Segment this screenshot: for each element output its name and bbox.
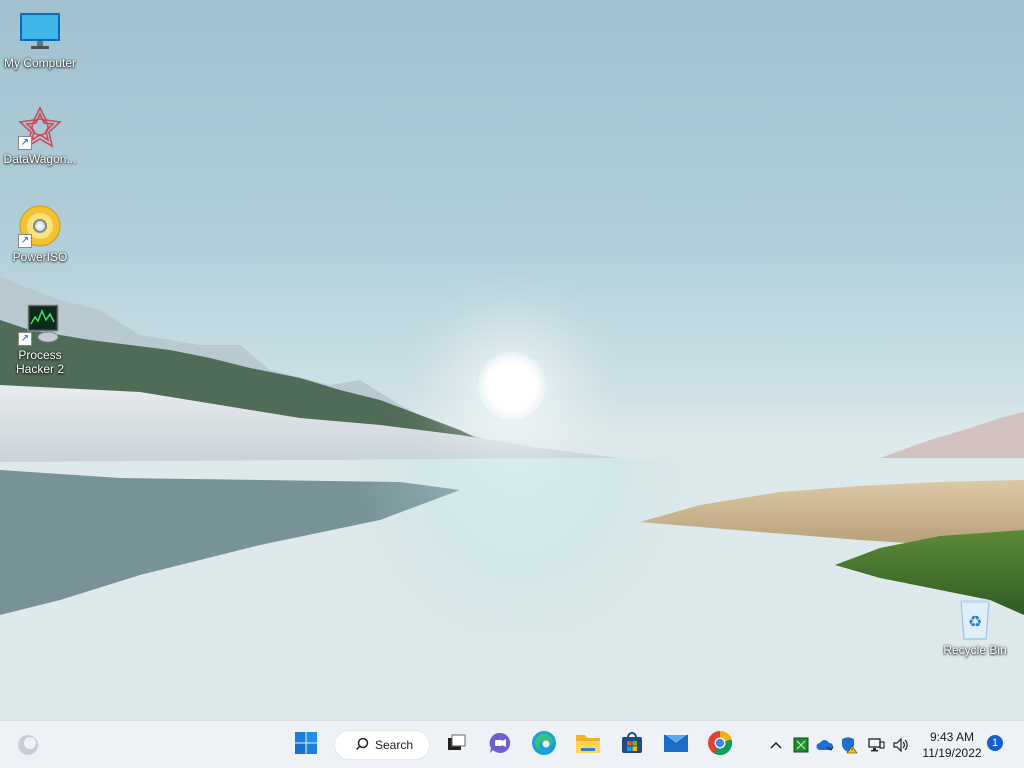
start-icon [294,731,318,760]
notification-badge[interactable]: 1 [987,735,1003,751]
shortcut-arrow-icon: ↗ [18,332,32,346]
desktop-icon-label: PowerISO [12,250,68,264]
desktop-icon-datawagon[interactable]: ↗ DataWagon... [0,106,80,166]
desktop-icon-recycle-bin[interactable]: ♻ Recycle Bin [935,597,1015,657]
green-app-icon[interactable] [790,733,812,757]
recycle-bin-icon: ♻ [953,597,997,641]
process-hacker-icon: ↗ [18,302,62,346]
task-view-button[interactable] [440,729,472,761]
taskbar: Search 9:43 AM 11/19/2022 [0,720,1024,768]
desktop-icon-poweriso[interactable]: ↗ PowerISO [0,204,80,264]
desktop-icon-label: DataWagon... [3,152,77,166]
security-warning-icon[interactable] [838,733,860,757]
chat-button[interactable] [484,729,516,761]
shortcut-arrow-icon: ↗ [18,136,32,150]
shortcut-arrow-icon: ↗ [18,234,32,248]
widgets-weather-icon[interactable] [12,729,44,761]
desktop-icon-my-computer[interactable]: My Computer [0,10,80,70]
chevron-up-icon[interactable] [766,733,786,757]
desktop-icon-process-hacker[interactable]: ↗ Process Hacker 2 [0,302,80,376]
datawagon-icon: ↗ [18,106,62,150]
desktop-icon-label: Recycle Bin [943,643,1007,657]
onedrive-icon[interactable] [814,733,836,757]
network-icon[interactable] [864,733,888,757]
file-explorer-button[interactable] [572,729,604,761]
edge-button[interactable] [528,729,560,761]
poweriso-disc-icon: ↗ [18,204,62,248]
volume-icon[interactable] [890,733,912,757]
monitor-icon [18,10,62,54]
chat-icon [488,731,512,760]
system-clock[interactable]: 9:43 AM 11/19/2022 [918,729,986,761]
store-button[interactable] [616,729,648,761]
chrome-button[interactable] [704,729,736,761]
store-icon [620,731,644,760]
desktop-wallpaper [0,0,1024,720]
chrome-icon [707,730,733,761]
desktop-icon-label: Process Hacker 2 [15,348,65,376]
start-button[interactable] [290,729,322,761]
water-reflection [360,458,680,638]
edge-icon [531,730,557,761]
clock-date: 11/19/2022 [922,746,982,760]
mail-icon [663,732,689,759]
clock-time: 9:43 AM [929,730,975,744]
svg-text:♻: ♻ [968,612,982,631]
sun-glow [478,352,546,420]
taskbar-search-box[interactable]: Search [334,730,430,760]
task-view-icon [444,731,468,760]
search-icon [355,737,369,754]
search-label: Search [375,738,414,752]
desktop-icon-label: My Computer [3,56,77,70]
file-explorer-icon [575,731,601,760]
mail-button[interactable] [660,729,692,761]
